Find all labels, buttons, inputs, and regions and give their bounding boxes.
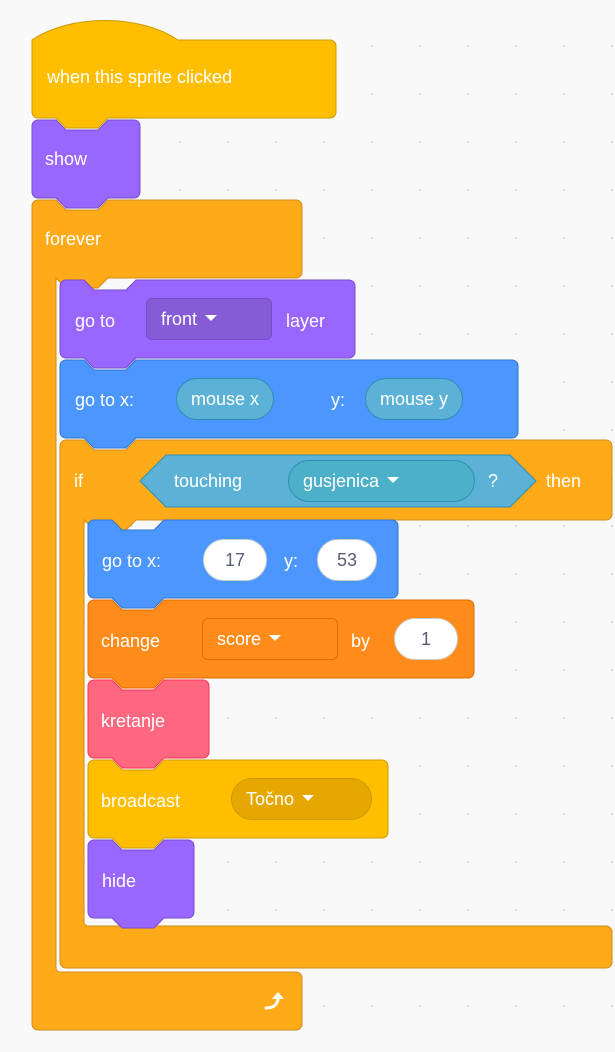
touching-question-mark: ? xyxy=(488,471,499,491)
variable-dropdown-value: score xyxy=(217,629,262,649)
layer-dropdown-value: front xyxy=(161,309,198,329)
go-to-xy-y-label: y: xyxy=(284,551,299,571)
then-label: then xyxy=(546,471,582,491)
mouse-x-reporter[interactable]: mouse x xyxy=(176,378,275,420)
variable-dropdown[interactable]: score xyxy=(202,618,338,660)
dropdown-caret-icon xyxy=(302,795,315,802)
go-to-layer-suffix: layer xyxy=(286,311,326,331)
change-value-input[interactable]: 1 xyxy=(394,618,458,660)
broadcast-prefix: broadcast xyxy=(101,791,181,811)
show-label: show xyxy=(45,149,88,169)
go-to-xy-prefix: go to x: xyxy=(102,551,162,571)
loop-arrow-icon xyxy=(264,992,284,1010)
forever-label: forever xyxy=(45,229,102,249)
dropdown-caret-icon xyxy=(387,477,400,484)
y-value-input[interactable]: 53 xyxy=(317,539,377,581)
mouse-y-reporter[interactable]: mouse y xyxy=(365,378,464,420)
if-label: if xyxy=(74,471,83,491)
go-to-layer-prefix: go to xyxy=(75,311,116,331)
hat-label: when this sprite clicked xyxy=(47,67,233,87)
go-to-mouse-y-label: y: xyxy=(331,390,346,410)
kretanje-label: kretanje xyxy=(101,711,166,731)
touching-label: touching xyxy=(174,471,243,491)
dropdown-caret-icon xyxy=(205,315,218,322)
change-by-label: by xyxy=(351,631,371,651)
go-to-mouse-prefix: go to x: xyxy=(75,390,135,410)
hide-label: hide xyxy=(102,871,137,891)
x-value-input[interactable]: 17 xyxy=(203,539,267,581)
layer-dropdown[interactable]: front xyxy=(146,298,272,340)
broadcast-message-dropdown[interactable]: Točno xyxy=(231,778,372,820)
touching-target-value: gusjenica xyxy=(303,471,380,491)
touching-target-dropdown[interactable]: gusjenica xyxy=(288,460,475,502)
broadcast-message-value: Točno xyxy=(246,789,295,809)
change-prefix: change xyxy=(101,631,161,651)
dropdown-caret-icon xyxy=(269,635,282,642)
